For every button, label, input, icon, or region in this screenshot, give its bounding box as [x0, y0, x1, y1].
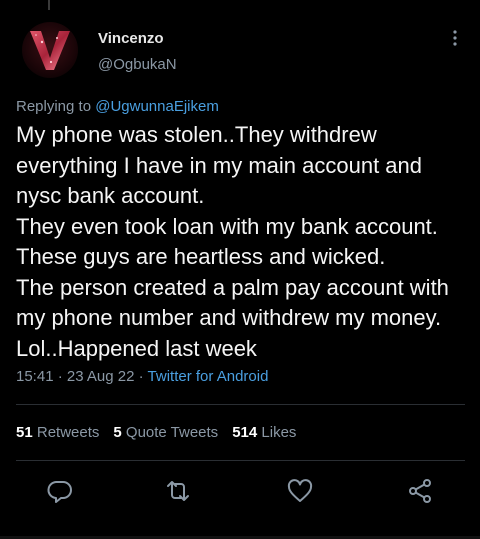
likes-count: 514	[232, 424, 258, 441]
retweets-count: 51	[16, 424, 33, 441]
quote-label: Quote Tweets	[125, 424, 219, 441]
thread-connector-line	[48, 0, 50, 10]
tweet-text: My phone was stolen..They withdrew every…	[16, 122, 449, 361]
tweet-meta: 15:41 · 23 Aug 22 · Twitter for Android	[16, 368, 268, 385]
retweets-label: Retweets	[36, 424, 100, 441]
quote-count: 5	[113, 424, 122, 441]
tweet-date[interactable]: 23 Aug 22	[67, 368, 135, 385]
heart-icon[interactable]	[285, 476, 315, 506]
replying-prefix: Replying to	[16, 98, 96, 115]
meta-separator: ·	[134, 368, 148, 385]
quote-tweets-stat[interactable]: 5 Quote Tweets	[113, 424, 218, 441]
retweets-stat[interactable]: 51 Retweets	[16, 424, 99, 441]
tweet-stats: 51 Retweets 5 Quote Tweets 514 Likes	[16, 424, 296, 441]
tweet-time[interactable]: 15:41	[16, 368, 54, 385]
more-vertical-icon[interactable]	[448, 28, 462, 48]
retweet-icon[interactable]	[163, 476, 193, 506]
replying-to-mention[interactable]: @UgwunnaEjikem	[95, 98, 219, 115]
replying-to-line: Replying to @UgwunnaEjikem	[16, 98, 219, 115]
action-bar	[0, 476, 480, 508]
divider	[16, 460, 465, 461]
reply-icon[interactable]	[45, 476, 75, 506]
avatar[interactable]	[22, 22, 78, 78]
likes-label: Likes	[261, 424, 297, 441]
likes-stat[interactable]: 514 Likes	[232, 424, 296, 441]
tweet-source[interactable]: Twitter for Android	[148, 368, 269, 385]
avatar-logo-icon	[30, 31, 70, 70]
author-name[interactable]: Vincenzo	[98, 30, 164, 47]
share-icon[interactable]	[405, 476, 435, 506]
divider	[16, 404, 465, 405]
author-handle[interactable]: @OgbukaN	[98, 56, 177, 73]
meta-separator: ·	[53, 368, 67, 385]
